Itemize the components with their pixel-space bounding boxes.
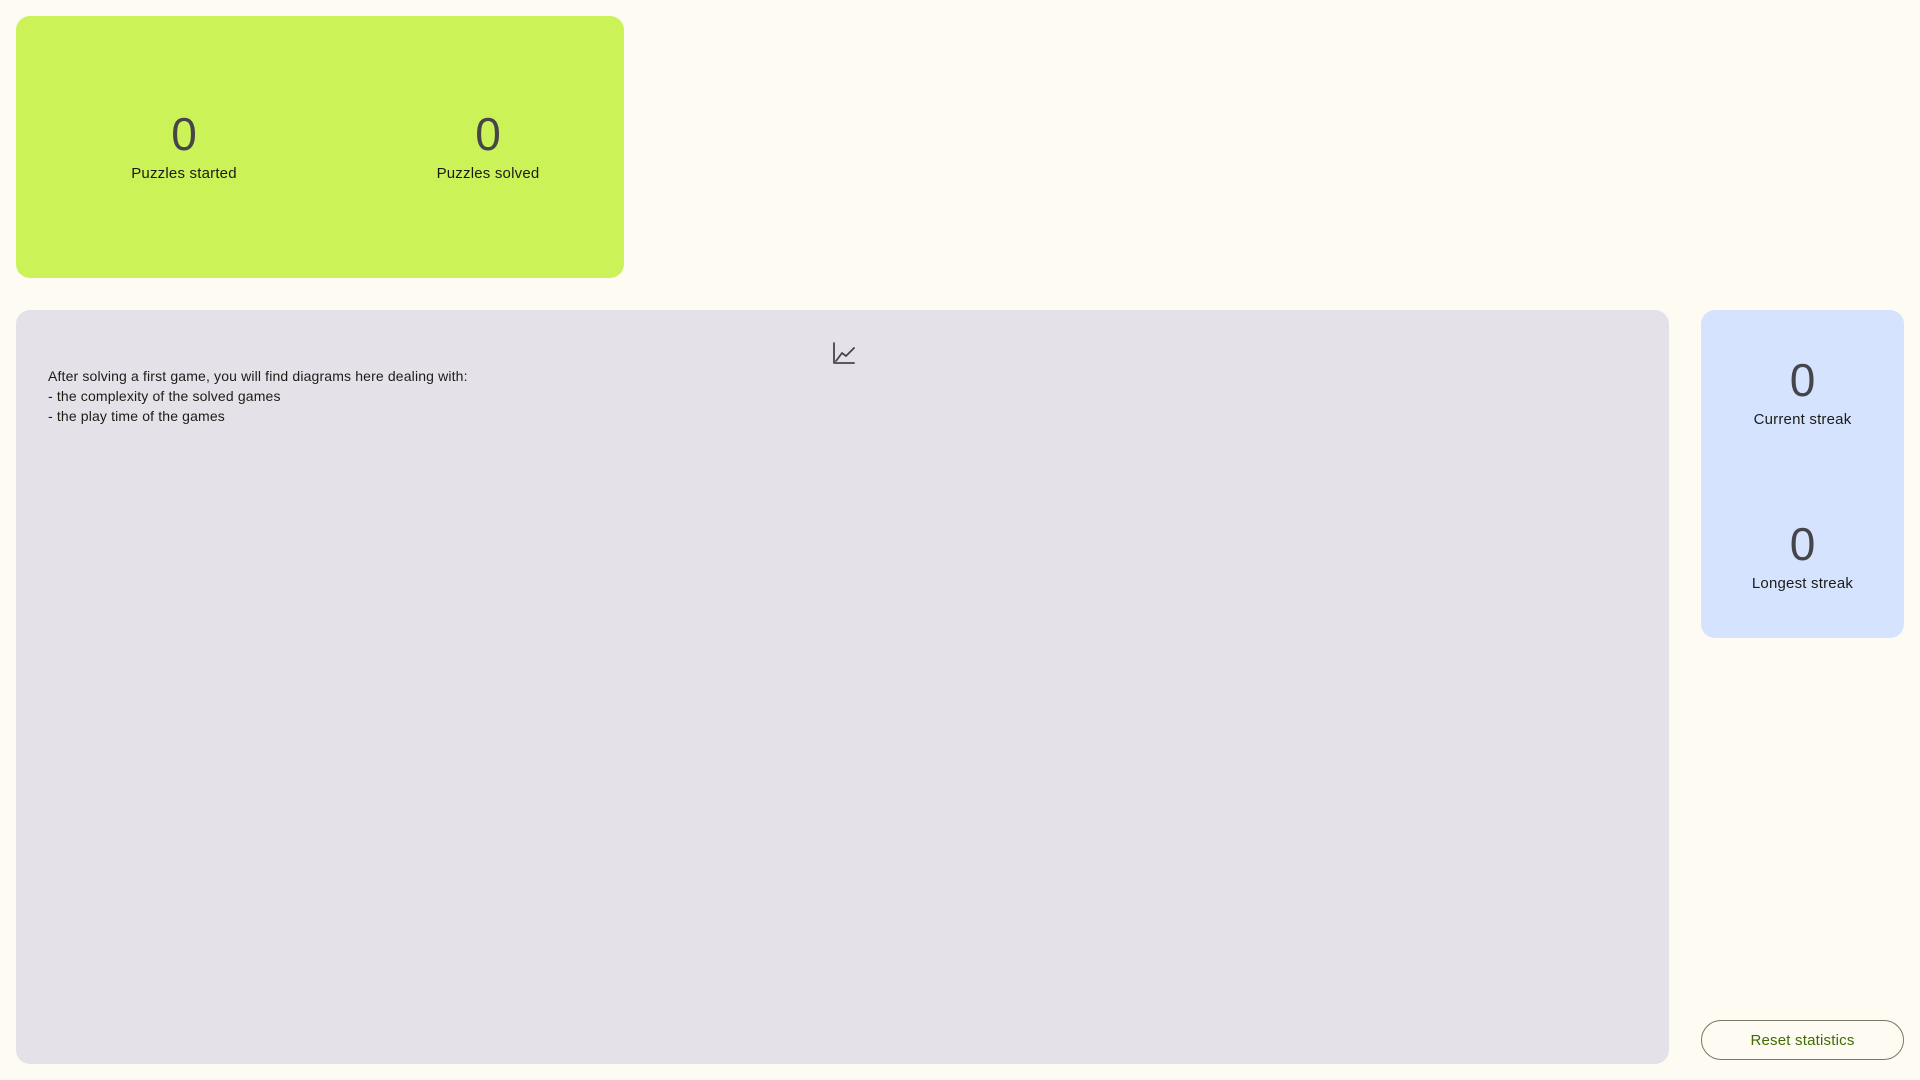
longest-streak-label: Longest streak: [1751, 575, 1854, 592]
puzzles-started-value: 0: [171, 108, 197, 160]
puzzles-solved-label: Puzzles solved: [436, 165, 540, 182]
diagrams-complexity-line: - the complexity of the solved games: [48, 388, 281, 404]
diagrams-card: After solving a first game, you will fin…: [16, 310, 1669, 1064]
puzzles-summary-card: 0 Puzzles started 0 Puzzles solved: [16, 16, 624, 278]
current-streak-value: 0: [1789, 354, 1816, 406]
diagrams-intro-line: After solving a first game, you will fin…: [48, 368, 468, 384]
diagrams-playtime-line: - the play time of the games: [48, 408, 225, 424]
reset-statistics-button[interactable]: Reset statistics: [1701, 1020, 1904, 1060]
chart-line-icon: [833, 342, 855, 364]
streaks-card: 0 Current streak 0 Longest streak: [1701, 310, 1904, 638]
puzzles-started-label: Puzzles started: [131, 165, 237, 182]
longest-streak-value: 0: [1789, 518, 1816, 570]
puzzles-started-stat: 0 Puzzles started: [54, 108, 314, 184]
puzzles-solved-value: 0: [475, 108, 501, 160]
current-streak-stat: 0 Current streak: [1701, 354, 1904, 430]
longest-streak-stat: 0 Longest streak: [1701, 518, 1904, 594]
current-streak-label: Current streak: [1753, 411, 1852, 428]
diagrams-placeholder-text: After solving a first game, you will fin…: [48, 366, 468, 426]
puzzles-solved-stat: 0 Puzzles solved: [358, 108, 618, 184]
